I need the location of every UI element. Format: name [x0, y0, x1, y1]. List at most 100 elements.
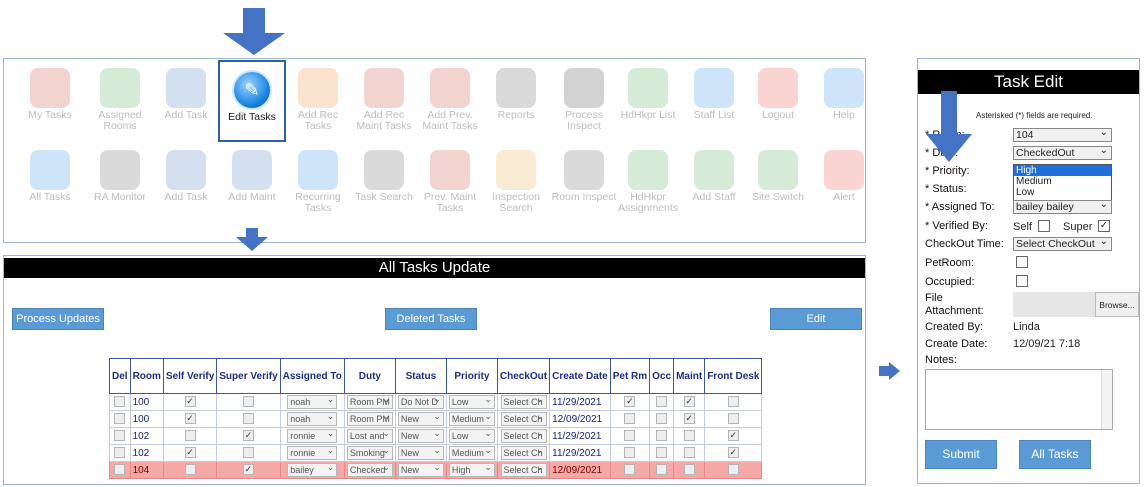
super-checkbox[interactable]: ✓	[1098, 220, 1110, 232]
duty-select[interactable]: Checked	[346, 463, 393, 477]
duty-select[interactable]: Lost and	[346, 429, 393, 443]
file-attachment-input[interactable]	[1013, 292, 1095, 317]
status-select[interactable]: New	[397, 463, 444, 477]
front-desk-checkbox[interactable]	[727, 413, 739, 425]
petroom-checkbox[interactable]	[1016, 256, 1028, 268]
self-verify-checkbox[interactable]	[184, 464, 196, 476]
assigned-to-select[interactable]: noah	[287, 412, 338, 426]
assigned-to-select[interactable]: noah	[287, 395, 338, 409]
priority-select[interactable]: Low	[448, 395, 495, 409]
self-verify-checkbox[interactable]: ✓	[184, 396, 196, 408]
occupied-checkbox[interactable]	[656, 413, 668, 425]
toolbar-button-reports[interactable]: Reports	[482, 60, 550, 142]
toolbar-button-help[interactable]: Help	[810, 60, 878, 142]
toolbar-button-recurring-tasks[interactable]: Recurring Tasks	[284, 142, 352, 224]
super-verify-checkbox[interactable]: ✓	[242, 430, 254, 442]
front-desk-checkbox[interactable]: ✓	[727, 430, 739, 442]
toolbar-button-add-maint[interactable]: Add Maint	[218, 142, 286, 224]
maint-checkbox[interactable]	[683, 447, 695, 459]
toolbar-button-add-staff[interactable]: Add Staff	[680, 142, 748, 224]
toolbar-button-task-search[interactable]: Task Search	[350, 142, 418, 224]
toolbar-button-add-task[interactable]: Add Task	[152, 142, 220, 224]
toolbar-button-staff-list[interactable]: Staff List	[680, 60, 748, 142]
occupied-checkbox[interactable]	[656, 396, 668, 408]
toolbar-button-hdhkpr-list[interactable]: HdHkpr List	[614, 60, 682, 142]
process-updates-button[interactable]: Process Updates	[12, 308, 104, 330]
self-verify-checkbox[interactable]	[184, 430, 196, 442]
notes-textarea[interactable]	[925, 369, 1113, 430]
toolbar-button-process-inspect[interactable]: Process Inspect	[550, 60, 618, 142]
edit-button[interactable]: Edit	[770, 308, 862, 330]
checkout-select[interactable]: Select Ch	[500, 446, 547, 460]
self-verify-checkbox[interactable]: ✓	[184, 413, 196, 425]
priority-select[interactable]: Medium	[448, 412, 495, 426]
pet-room-checkbox[interactable]	[624, 413, 636, 425]
super-verify-checkbox[interactable]	[242, 413, 254, 425]
checkout-select[interactable]: Select Ch	[500, 395, 547, 409]
duty-select[interactable]: Room PM	[346, 412, 393, 426]
front-desk-checkbox[interactable]	[727, 464, 739, 476]
maint-checkbox[interactable]: ✓	[683, 413, 695, 425]
toolbar-button-add-rec-tasks[interactable]: Add Rec Tasks	[284, 60, 352, 142]
toolbar-button-inspection-search[interactable]: Inspection Search	[482, 142, 550, 224]
pet-room-checkbox[interactable]: ✓	[624, 396, 636, 408]
delete-checkbox[interactable]	[114, 396, 126, 408]
toolbar-button-add-task[interactable]: Add Task	[152, 60, 220, 142]
toolbar-button-edit-tasks[interactable]: ✎ Edit Tasks	[218, 60, 286, 142]
duty-select[interactable]: Smoking	[346, 446, 393, 460]
assigned-to-select[interactable]: bailey	[287, 463, 338, 477]
submit-button[interactable]: Submit	[925, 440, 997, 469]
toolbar-button-all-tasks[interactable]: All Tasks	[16, 142, 84, 224]
toolbar-button-ra-monitor[interactable]: RA Monitor	[86, 142, 154, 224]
occupied-checkbox[interactable]	[656, 430, 668, 442]
toolbar-button-hdhkpr-assignments[interactable]: HdHkpr Assignments	[614, 142, 682, 224]
checkout-time-select[interactable]: Select CheckOut	[1013, 235, 1112, 251]
duty-select[interactable]: Room PM	[346, 395, 393, 409]
notes-scrollbar[interactable]	[1101, 370, 1112, 429]
front-desk-checkbox[interactable]: ✓	[727, 447, 739, 459]
pet-room-checkbox[interactable]	[624, 430, 636, 442]
super-verify-checkbox[interactable]	[242, 447, 254, 459]
maint-checkbox[interactable]	[683, 464, 695, 476]
self-verify-checkbox[interactable]: ✓	[184, 447, 196, 459]
super-verify-checkbox[interactable]	[242, 396, 254, 408]
deleted-tasks-button[interactable]: Deleted Tasks	[385, 308, 477, 330]
status-select[interactable]: New	[397, 446, 444, 460]
delete-checkbox[interactable]	[114, 413, 126, 425]
maint-checkbox[interactable]: ✓	[683, 396, 695, 408]
checkout-select[interactable]: Select Ch	[500, 463, 547, 477]
self-checkbox[interactable]	[1038, 220, 1050, 232]
delete-checkbox[interactable]	[114, 447, 126, 459]
occupied-checkbox[interactable]	[656, 464, 668, 476]
checkout-select[interactable]: Select Ch	[500, 429, 547, 443]
occupied-checkbox[interactable]	[1016, 275, 1028, 287]
assigned-to-select[interactable]: bailey bailey	[1013, 198, 1112, 214]
toolbar-button-add-rec-maint-tasks[interactable]: Add Rec Maint Tasks	[350, 60, 418, 142]
all-tasks-button[interactable]: All Tasks	[1019, 440, 1091, 469]
assigned-to-select[interactable]: ronnie	[287, 446, 338, 460]
duty-select[interactable]: CheckedOut	[1013, 144, 1112, 160]
pet-room-checkbox[interactable]	[624, 464, 636, 476]
status-select[interactable]: New	[397, 412, 444, 426]
occupied-checkbox[interactable]	[656, 447, 668, 459]
priority-select[interactable]: Low	[448, 429, 495, 443]
toolbar-button-my-tasks[interactable]: My Tasks	[16, 60, 84, 142]
toolbar-button-alert[interactable]: Alert	[810, 142, 878, 224]
priority-select[interactable]: Medium	[448, 446, 495, 460]
room-select[interactable]: 104	[1013, 126, 1112, 142]
delete-checkbox[interactable]	[114, 430, 126, 442]
super-verify-checkbox[interactable]: ✓	[242, 464, 254, 476]
toolbar-button-assigned-rooms[interactable]: Assigned Rooms	[86, 60, 154, 142]
browse-button[interactable]: Browse...	[1095, 292, 1139, 317]
toolbar-button-site-switch[interactable]: Site Switch	[744, 142, 812, 224]
toolbar-button-add-prev-maint-tasks[interactable]: Add Prev. Maint Tasks	[416, 60, 484, 142]
front-desk-checkbox[interactable]	[727, 396, 739, 408]
status-select[interactable]: Do Not D	[397, 395, 444, 409]
pet-room-checkbox[interactable]	[624, 447, 636, 459]
toolbar-button-prev-maint-tasks[interactable]: Prev. Maint Tasks	[416, 142, 484, 224]
priority-select[interactable]: High	[448, 463, 495, 477]
priority-option-medium[interactable]: Medium	[1014, 176, 1111, 187]
priority-option-low[interactable]: Low	[1014, 187, 1111, 198]
toolbar-button-logout[interactable]: Logout	[744, 60, 812, 142]
delete-checkbox[interactable]	[114, 464, 126, 476]
